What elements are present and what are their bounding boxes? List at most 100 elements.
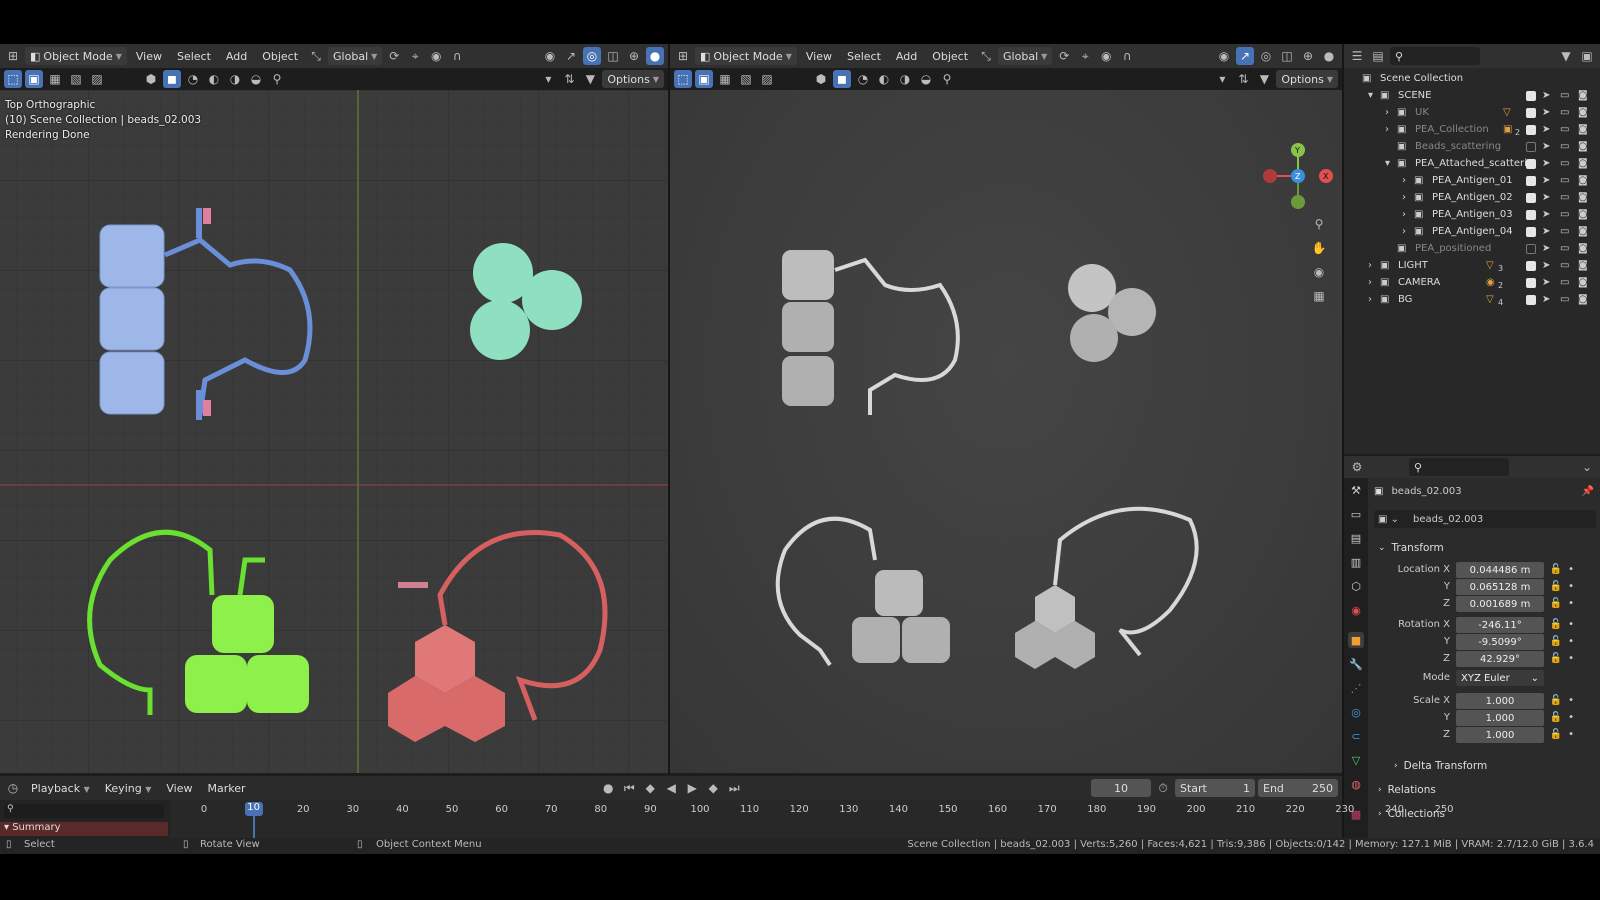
right-menu-add[interactable]: Add [890,48,923,65]
render-camera-icon[interactable]: ◙ [1578,277,1588,288]
editor-type-icon[interactable]: ⚙ [1348,458,1366,476]
render-camera-icon[interactable]: ◙ [1578,260,1588,271]
viewport-display-icon[interactable]: ▭ [1560,226,1569,237]
exclude-checkbox[interactable] [1526,141,1536,152]
expand-chevron-icon[interactable]: › [1368,294,1372,305]
exclude-checkbox[interactable] [1526,294,1536,305]
empty-filter-icon[interactable]: ◒ [247,70,265,88]
pan-hand-icon[interactable]: ✋ [1310,239,1328,257]
left-menu-object[interactable]: Object [256,48,304,65]
outliner-row[interactable]: › ▣ PEA_Antigen_03 ➤ ▭ ◙ [1344,206,1600,223]
new-collection-icon[interactable]: ▣ [1578,47,1596,65]
editor-type-icon[interactable]: ⊞ [674,47,692,65]
select-extend-icon[interactable]: ▦ [716,70,734,88]
outliner-root[interactable]: ▣ Scene Collection [1344,70,1600,87]
light-filter-icon[interactable]: ◐ [205,70,223,88]
selectable-arrow-icon[interactable]: ➤ [1542,192,1550,203]
current-frame-field[interactable]: 10 [1091,779,1151,797]
selectable-arrow-icon[interactable]: ➤ [1542,243,1550,254]
sort-icon[interactable]: ⇅ [560,70,578,88]
visibility-icon[interactable]: ◉ [541,47,559,65]
expand-chevron-icon[interactable]: › [1402,192,1406,203]
scale-field[interactable]: 1.000 [1456,710,1544,726]
selectable-arrow-icon[interactable]: ➤ [1542,107,1550,118]
expand-chevron-icon[interactable]: › [1402,209,1406,220]
delta-transform-section[interactable]: › Delta Transform [1388,756,1596,776]
viewport-display-icon[interactable]: ▭ [1560,260,1569,271]
right-options-button[interactable]: Options ▼ [1276,70,1338,88]
tool-tab-icon[interactable]: ⚒ [1348,482,1364,498]
record-icon[interactable]: ● [599,779,617,797]
summary-row[interactable]: ▾ Summary [0,822,168,836]
empty-filter-icon[interactable]: ◒ [917,70,935,88]
particles-tab-icon[interactable]: ⋰ [1348,680,1364,696]
zoom-icon[interactable]: ⚲ [1310,215,1328,233]
falloff-icon[interactable]: ∩ [448,47,466,65]
physics-tab-icon[interactable]: ◎ [1348,704,1364,720]
camera-filter-icon[interactable]: ◑ [226,70,244,88]
modifier-tab-icon[interactable]: 🔧 [1348,656,1364,672]
right-3d-viewport[interactable]: Y Z X ⚲ ✋ ◉ ▦ [670,90,1342,773]
select-subtract-icon[interactable]: ▧ [737,70,755,88]
rotation-field[interactable]: 42.929° [1456,651,1544,667]
selectable-arrow-icon[interactable]: ➤ [1542,209,1550,220]
object-tab-icon[interactable]: ■ [1348,632,1364,648]
editor-type-icon[interactable]: ☰ [1348,47,1366,65]
location-field[interactable]: 0.065128 m [1456,579,1544,595]
object-type-icon[interactable]: ⬢ [812,70,830,88]
right-menu-select[interactable]: Select [841,48,887,65]
selectable-arrow-icon[interactable]: ➤ [1542,124,1550,135]
constraints-tab-icon[interactable]: ⊂ [1348,728,1364,744]
lock-icon[interactable]: 🔓 [1548,729,1562,740]
outliner-row[interactable]: ▾ ▣ SCENE ➤ ▭ ◙ [1344,87,1600,104]
render-camera-icon[interactable]: ◙ [1578,107,1588,118]
editor-type-icon[interactable]: ⊞ [4,47,22,65]
expand-chevron-icon[interactable]: › [1385,124,1389,135]
outliner-row[interactable]: ▣ Beads_scattering ➤ ▭ ◙ [1344,138,1600,155]
selectable-arrow-icon[interactable]: ➤ [1542,260,1550,271]
relations-section[interactable]: › Relations [1372,780,1596,800]
exclude-checkbox[interactable] [1526,107,1536,118]
outliner-row[interactable]: › ▣ PEA_Antigen_04 ➤ ▭ ◙ [1344,223,1600,240]
viewport-display-icon[interactable]: ▭ [1560,209,1569,220]
curve-filter-icon[interactable]: ◔ [184,70,202,88]
ortho-grid-icon[interactable]: ▦ [1310,287,1328,305]
exclude-checkbox[interactable] [1526,124,1536,135]
keyframe-dot-icon[interactable]: • [1566,636,1574,647]
render-camera-icon[interactable]: ◙ [1578,158,1588,169]
outliner-row[interactable]: ▣ PEA_positioned ➤ ▭ ◙ [1344,240,1600,257]
expand-chevron-icon[interactable]: ▾ [1385,158,1390,169]
proportional-icon[interactable]: ◉ [427,47,445,65]
rotation-field[interactable]: -246.11° [1456,617,1544,633]
expand-chevron-icon[interactable]: ▾ [1368,90,1373,101]
material-tab-icon[interactable]: ◍ [1348,776,1364,792]
keyframe-dot-icon[interactable]: • [1566,712,1574,723]
playback-menu[interactable]: Playback ▼ [25,780,96,797]
exclude-checkbox[interactable] [1526,260,1536,271]
sort-icon[interactable]: ⇅ [1234,70,1252,88]
outliner-row[interactable]: › ▣ BG ▽ 4 ➤ ▭ ◙ [1344,291,1600,308]
keyframe-dot-icon[interactable]: • [1566,581,1574,592]
exclude-checkbox[interactable] [1526,226,1536,237]
left-orientation-dropdown[interactable]: Global ▼ [328,47,383,65]
keyframe-dot-icon[interactable]: • [1566,598,1574,609]
lock-icon[interactable]: 🔓 [1548,598,1562,609]
solid-shading-icon[interactable]: ● [1320,47,1338,65]
visibility-icon[interactable]: ◉ [1215,47,1233,65]
select-box-icon[interactable]: ▣ [25,70,43,88]
select-tool-icon[interactable]: ⬚ [4,70,22,88]
lock-icon[interactable]: 🔓 [1548,636,1562,647]
end-frame-field[interactable]: End 250 [1258,779,1338,797]
exclude-checkbox[interactable] [1526,90,1536,101]
jump-end-icon[interactable]: ⏭ [725,779,743,797]
display-mode-icon[interactable]: ▤ [1369,47,1387,65]
outliner-row[interactable]: ▾ ▣ PEA_Attached_scatterin ➤ ▭ ◙ [1344,155,1600,172]
frame-ruler[interactable]: 0 10 20 30 40 50 60 70 80 90 100 110 120 130 140 150 160… [170,800,1454,838]
render-camera-icon[interactable]: ◙ [1578,124,1588,135]
viewport-display-icon[interactable]: ▭ [1560,141,1569,152]
view-layer-tab-icon[interactable]: ▥ [1348,554,1364,570]
expand-chevron-icon[interactable]: › [1385,107,1389,118]
lock-icon[interactable]: 🔓 [1548,712,1562,723]
viewport-display-icon[interactable]: ▭ [1560,243,1569,254]
properties-search-field[interactable]: ⚲ [1409,458,1509,476]
